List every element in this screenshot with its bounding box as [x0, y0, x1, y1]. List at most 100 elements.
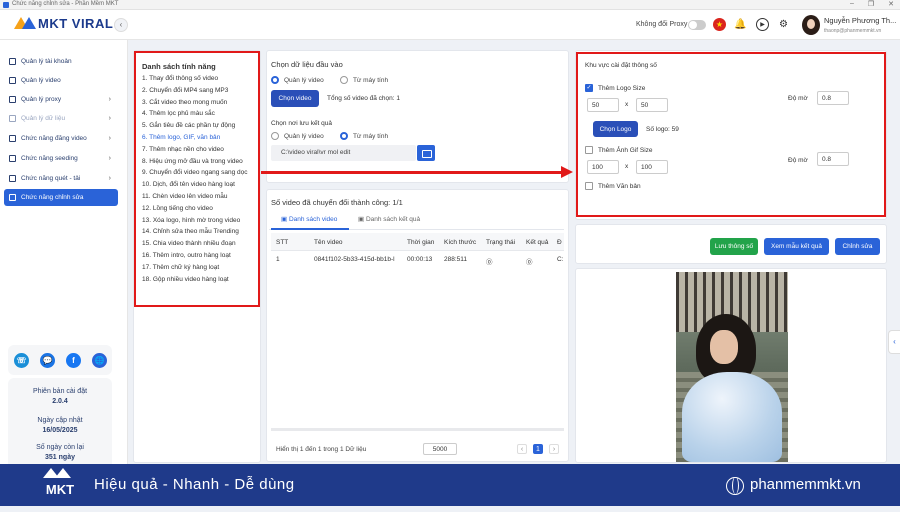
cell-path: C:	[557, 256, 564, 263]
sidebar-item-accounts[interactable]: Quản lý tài khoản	[4, 53, 118, 70]
col-header[interactable]: Đ	[557, 239, 562, 246]
facebook-icon[interactable]: f	[66, 352, 81, 368]
globe-icon[interactable]: 🌐	[92, 352, 107, 368]
col-header[interactable]: Kích thước	[444, 239, 476, 246]
sidebar-item-scan-download[interactable]: Chức năng quét - tải ›	[4, 170, 118, 187]
bell-icon[interactable]: 🔔	[734, 18, 747, 31]
col-header[interactable]: Thời gian	[407, 239, 434, 246]
features-title: Danh sách tính năng	[142, 62, 216, 71]
cell-time: 00:00:13	[407, 256, 433, 263]
input-title: Chọn dữ liệu đầu vào	[271, 60, 343, 69]
feature-item[interactable]: 11. Chèn video lên video mẫu	[142, 193, 228, 200]
website-link[interactable]: phanmemmkt.vn	[750, 476, 861, 493]
window-titlebar: Chức năng chỉnh sửa - Phần Mềm MKT – ❐ ✕	[0, 0, 900, 10]
sidebar-item-post-video[interactable]: Chức năng đăng video ›	[4, 130, 118, 147]
feature-item[interactable]: 5. Gắn tiêu đề các phần tự động	[142, 122, 235, 129]
chevron-right-icon: ›	[108, 175, 111, 182]
size-separator: x	[625, 163, 629, 170]
support-icon[interactable]: ☏	[14, 352, 29, 368]
logo-text: MKT VIRAL	[38, 15, 114, 31]
feature-item[interactable]: 14. Chỉnh sửa theo mẫu Trending	[142, 228, 239, 235]
logo-size-checkbox[interactable]: ✓	[585, 84, 593, 92]
choose-logo-button[interactable]: Chọn Logo	[593, 121, 638, 137]
gif-width-input[interactable]: 100	[587, 160, 619, 174]
feature-item[interactable]: 13. Xóa logo, hình mờ trong video	[142, 217, 240, 224]
sidebar-item-seeding[interactable]: Chức năng seeding ›	[4, 150, 118, 167]
feature-item[interactable]: 9. Chuyển đổi video ngang sang dọc	[142, 169, 248, 176]
logo-height-input[interactable]: 50	[636, 98, 668, 112]
pagination-info: Hiển thị 1 đến 1 trong 1 Dữ liệu	[276, 446, 367, 453]
page-1-button[interactable]: 1	[533, 444, 543, 454]
text-checkbox[interactable]	[585, 182, 593, 190]
sidebar-collapse-button[interactable]: ‹	[114, 18, 128, 32]
close-button[interactable]: ✕	[888, 0, 894, 8]
col-header[interactable]: Tên video	[314, 239, 343, 246]
next-page-button[interactable]: ›	[549, 444, 559, 454]
feature-item[interactable]: 16. Thêm intro, outro hàng loạt	[142, 252, 231, 259]
promo-banner: MKT Hiệu quả - Nhanh - Dễ dùng phanmemmk…	[0, 464, 900, 506]
sidebar-item-videos[interactable]: Quản lý video	[4, 72, 118, 89]
logo-width-input[interactable]: 50	[587, 98, 619, 112]
feature-item[interactable]: 3. Cắt video theo mong muốn	[142, 99, 227, 106]
col-header[interactable]: STT	[276, 239, 288, 246]
maximize-button[interactable]: ❐	[868, 0, 874, 8]
feature-item[interactable]: 12. Lồng tiếng cho video	[142, 205, 213, 212]
tab-result-list[interactable]: ▣ Danh sách kết quả	[358, 215, 420, 223]
prev-page-button[interactable]: ‹	[517, 444, 527, 454]
page-size-select[interactable]: 5000	[423, 443, 457, 455]
language-flag-icon[interactable]: ★	[713, 18, 726, 31]
logo-count: Số logo: 59	[646, 126, 679, 133]
feature-item[interactable]: 1. Thay đổi thông số video	[142, 75, 218, 82]
logo-opacity-input[interactable]: 0.8	[817, 91, 849, 105]
feature-item[interactable]: 15. Chia video thành nhiều đoạn	[142, 240, 236, 247]
minimize-button[interactable]: –	[850, 0, 854, 8]
save-radio-video-manager[interactable]	[271, 132, 279, 140]
edit-button[interactable]: Chỉnh sửa	[835, 238, 880, 255]
sidebar-item-proxy[interactable]: Quản lý proxy ›	[4, 91, 118, 108]
horizontal-scrollbar[interactable]	[271, 428, 564, 431]
input-radio-computer[interactable]	[340, 76, 348, 84]
save-option-computer: Từ máy tính	[353, 133, 389, 140]
feature-item[interactable]: 18. Gộp nhiều video hàng loạt	[142, 276, 229, 283]
user-avatar[interactable]	[802, 15, 820, 35]
preview-result-button[interactable]: Xem mẫu kết quả	[764, 238, 829, 255]
sidebar-item-edit[interactable]: Chức năng chỉnh sửa	[4, 189, 118, 206]
gif-height-input[interactable]: 100	[636, 160, 668, 174]
table-divider	[271, 250, 564, 251]
highlight-arrow-head	[561, 166, 573, 178]
col-header[interactable]: Trạng thái	[486, 239, 515, 246]
gif-opacity-input[interactable]: 0.8	[817, 152, 849, 166]
download-icon	[9, 175, 16, 182]
proxy-toggle[interactable]	[688, 20, 706, 30]
input-panel	[266, 50, 569, 183]
chevron-right-icon: ›	[108, 115, 111, 122]
globe-icon	[726, 477, 744, 495]
sidebar-item-label: Chức năng seeding	[21, 155, 78, 162]
save-settings-button[interactable]: Lưu thông số	[710, 238, 758, 255]
folder-icon[interactable]	[417, 145, 435, 161]
sidebar-item-data[interactable]: Quản lý dữ liệu ›	[4, 110, 118, 127]
feature-item[interactable]: 2. Chuyển đổi MP4 sang MP3	[142, 87, 228, 94]
cell-video-name: 0841f102-5b33-415d-bb1b-l	[314, 256, 395, 263]
messenger-icon[interactable]: 💬	[40, 352, 55, 368]
play-icon[interactable]: ▶	[756, 18, 769, 31]
feature-item[interactable]: 6. Thêm logo, GIF, văn bản	[142, 134, 220, 141]
feature-item[interactable]: 17. Thêm chữ ký hàng loạt	[142, 264, 219, 271]
save-path-field[interactable]: C:\video viral\vr mol edit	[271, 145, 416, 161]
settings-icon[interactable]: ⚙	[777, 18, 790, 31]
save-radio-computer[interactable]	[340, 132, 348, 140]
feature-item[interactable]: 8. Hiệu ứng mở đầu và trong video	[142, 158, 243, 165]
window-title: Chức năng chỉnh sửa - Phần Mềm MKT	[12, 1, 119, 7]
user-name: Nguyễn Phương Th...	[824, 16, 897, 25]
feature-item[interactable]: 4. Thêm lọc phủ màu sắc	[142, 110, 215, 117]
input-radio-video-manager[interactable]	[271, 76, 279, 84]
logo-mark-icon	[14, 15, 36, 31]
gif-size-checkbox[interactable]	[585, 146, 593, 154]
side-panel-toggle[interactable]: ‹	[888, 330, 900, 354]
choose-video-button[interactable]: Chọn video	[271, 90, 319, 107]
feature-item[interactable]: 7. Thêm nhạc nền cho video	[142, 146, 224, 153]
tab-video-list[interactable]: ▣ Danh sách video	[281, 215, 337, 223]
gif-opacity-label: Độ mờ	[788, 157, 808, 164]
col-header[interactable]: Kết quả	[526, 239, 548, 246]
feature-item[interactable]: 10. Dịch, đổi tên video hàng loạt	[142, 181, 235, 188]
